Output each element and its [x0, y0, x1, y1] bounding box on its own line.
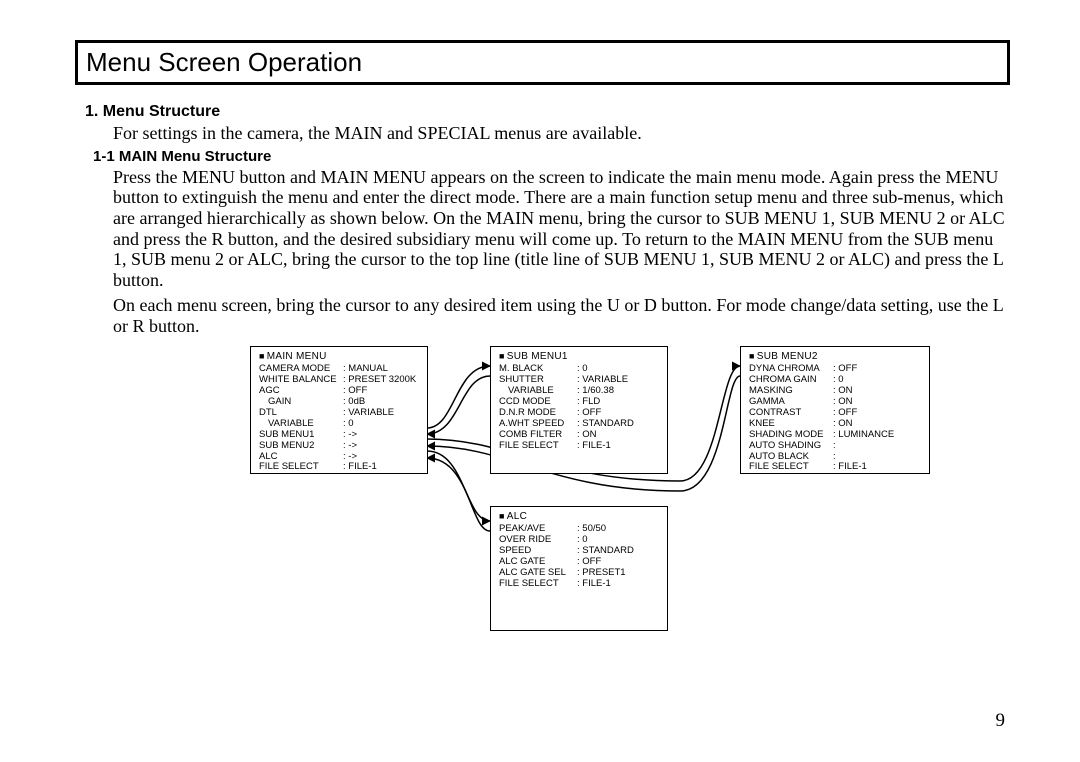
text-main-menu-para1: Press the MENU button and MAIN MENU appe… — [113, 167, 1010, 291]
menu-row-sep: : — [833, 441, 838, 452]
alc-menu-rows: PEAK/AVE: 50/50OVER RIDE: 0SPEED: STANDA… — [499, 524, 659, 590]
menu-row-key: FILE SELECT — [749, 462, 833, 473]
text-main-menu-para2: On each menu screen, bring the cursor to… — [113, 295, 1010, 336]
alc-menu-title: ALC — [499, 511, 659, 522]
menu-row-value: ON — [582, 430, 596, 441]
menu-row: FILE SELECT: FILE-1 — [259, 462, 419, 473]
menu-row-key: SUB MENU2 — [259, 441, 343, 452]
menu-row-value: -> — [348, 430, 357, 441]
menu-row: SUB MENU1: -> — [259, 430, 419, 441]
menu-row: FILE SELECT: FILE-1 — [499, 579, 659, 590]
sub-menu1-rows: M. BLACK: 0SHUTTER: VARIABLEVARIABLE: 1/… — [499, 364, 659, 451]
menu-row: FILE SELECT: FILE-1 — [749, 462, 921, 473]
alc-menu-box: ALC PEAK/AVE: 50/50OVER RIDE: 0SPEED: ST… — [490, 506, 668, 631]
menu-row-key: GAIN — [268, 397, 343, 408]
menu-row-key: FILE SELECT — [499, 441, 577, 452]
sub-menu2-rows: DYNA CHROMA: OFFCHROMA GAIN: 0MASKING: O… — [749, 364, 921, 473]
menu-row-value: -> — [348, 441, 357, 452]
heading-main-menu-structure: 1-1 MAIN Menu Structure — [93, 148, 1010, 165]
page-number: 9 — [996, 710, 1006, 732]
menu-row: SUB MENU2: -> — [259, 441, 419, 452]
main-menu-box: MAIN MENU CAMERA MODE: MANUALWHITE BALAN… — [250, 346, 428, 474]
menu-row: COMB FILTER: ON — [499, 430, 659, 441]
page-title: Menu Screen Operation — [75, 40, 1010, 85]
menu-row-key: SHADING MODE — [749, 430, 833, 441]
sub-menu1-box: SUB MENU1 M. BLACK: 0SHUTTER: VARIABLEVA… — [490, 346, 668, 474]
menu-row-value: FILE-1 — [838, 462, 867, 473]
menu-row-key: AUTO SHADING — [749, 441, 833, 452]
menu-row-value: FILE-1 — [582, 579, 611, 590]
menu-row: FILE SELECT: FILE-1 — [499, 441, 659, 452]
menu-row-value: LUMINANCE — [838, 430, 894, 441]
menu-row: GAIN: 0dB — [259, 397, 419, 408]
menu-row-key: FILE SELECT — [259, 462, 343, 473]
menu-row: AUTO SHADING: — [749, 441, 921, 452]
sub-menu1-title: SUB MENU1 — [499, 351, 659, 362]
menu-row: SHADING MODE: LUMINANCE — [749, 430, 921, 441]
menu-row-value: VARIABLE — [348, 408, 394, 419]
menu-structure-diagram: MAIN MENU CAMERA MODE: MANUALWHITE BALAN… — [250, 346, 980, 646]
menu-row-value: FILE-1 — [348, 462, 377, 473]
menu-row: WHITE BALANCE: PRESET 3200K — [259, 375, 419, 386]
main-menu-rows: CAMERA MODE: MANUALWHITE BALANCE: PRESET… — [259, 364, 419, 473]
menu-row-key: COMB FILTER — [499, 430, 577, 441]
sub-menu2-title: SUB MENU2 — [749, 351, 921, 362]
main-menu-title: MAIN MENU — [259, 351, 419, 362]
heading-menu-structure: 1. Menu Structure — [85, 103, 1010, 121]
text-menu-structure: For settings in the camera, the MAIN and… — [113, 123, 1010, 144]
menu-row-key: FILE SELECT — [499, 579, 577, 590]
menu-row-key: SUB MENU1 — [259, 430, 343, 441]
sub-menu2-box: SUB MENU2 DYNA CHROMA: OFFCHROMA GAIN: 0… — [740, 346, 930, 474]
menu-row-value: FILE-1 — [582, 441, 611, 452]
